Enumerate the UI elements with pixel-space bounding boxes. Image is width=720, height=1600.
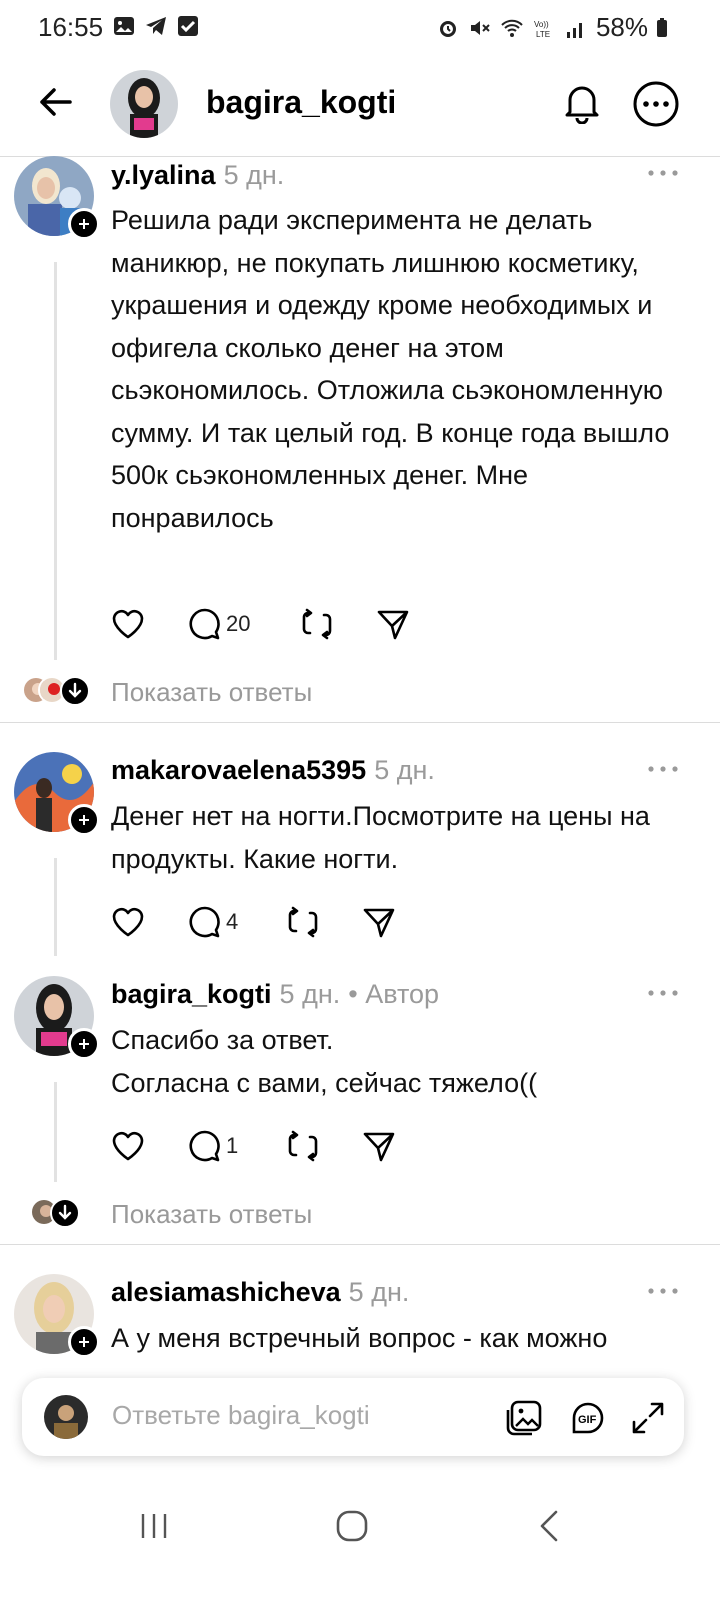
back-arrow-icon[interactable]: [36, 82, 76, 122]
author-tag: • Автор: [348, 979, 440, 1009]
home-icon[interactable]: [332, 1506, 372, 1546]
username[interactable]: makarovaelena5395: [111, 755, 366, 785]
replier-avatars[interactable]: [22, 676, 92, 708]
alarm-icon: [439, 20, 456, 37]
comment-bubble-icon: [189, 608, 220, 640]
svg-text:GIF: GIF: [578, 1414, 597, 1426]
comment-button[interactable]: 20: [188, 606, 250, 642]
comment-text: Спасибо за ответ. Согласна с вами, сейча…: [111, 1025, 538, 1098]
back-nav-icon[interactable]: [530, 1506, 570, 1546]
repost-icon[interactable]: [286, 1128, 320, 1164]
share-send-icon[interactable]: [362, 904, 396, 940]
scroll-fade: [0, 1356, 720, 1380]
thread-line: [54, 858, 57, 956]
more-options-icon[interactable]: [632, 80, 680, 128]
comment-actions: 20: [108, 606, 428, 646]
comment-text: А у меня встречный вопрос - как можно: [111, 1323, 608, 1353]
reply-count: 4: [226, 909, 239, 934]
page-title: bagira_kogti: [206, 84, 397, 120]
timestamp: 5 дн.: [279, 979, 341, 1009]
show-replies-link[interactable]: Показать ответы: [111, 677, 312, 708]
system-nav-bar: [0, 1470, 720, 1600]
share-send-icon[interactable]: [376, 606, 410, 642]
expand-icon[interactable]: [628, 1398, 668, 1438]
follow-plus-icon[interactable]: [68, 1326, 100, 1358]
repost-icon[interactable]: [286, 904, 320, 940]
reply-count: 20: [226, 611, 251, 636]
gallery-icon: [114, 17, 134, 35]
comment-text: Денег нет на ногти.Посмотрите на цены на…: [111, 801, 650, 874]
arrow-down-icon: [60, 676, 90, 706]
comment-more-icon[interactable]: [646, 762, 680, 776]
bell-icon[interactable]: [560, 80, 604, 124]
battery-icon: [657, 18, 667, 37]
follow-plus-icon[interactable]: [68, 804, 100, 836]
gif-icon[interactable]: GIF: [568, 1398, 608, 1438]
comment-button[interactable]: 4: [188, 904, 238, 940]
comment-more-icon[interactable]: [646, 1284, 680, 1298]
signal-icon: [566, 22, 582, 38]
replier-avatars[interactable]: [22, 1198, 82, 1230]
comment-actions: 1: [108, 1128, 428, 1168]
comment-bubble-icon: [189, 1130, 220, 1162]
follow-plus-icon[interactable]: [68, 208, 100, 240]
volte-icon: Vo))LTE: [534, 20, 550, 39]
reply-input[interactable]: [112, 1400, 492, 1431]
comment-bubble-icon: [189, 906, 220, 938]
header: bagira_kogti: [0, 56, 720, 156]
status-time: 16:55: [38, 12, 104, 42]
show-replies-link[interactable]: Показать ответы: [111, 1199, 312, 1230]
checkbox-icon: [178, 16, 198, 36]
share-send-icon[interactable]: [362, 1128, 396, 1164]
svg-text:LTE: LTE: [536, 30, 550, 39]
svg-text:Vo)): Vo)): [534, 20, 549, 29]
like-heart-icon[interactable]: [110, 606, 146, 642]
comment-text: Решила ради эксперимента не делать маник…: [111, 205, 670, 533]
comment-divider: [0, 722, 720, 723]
comment-divider: [0, 1244, 720, 1245]
repost-icon[interactable]: [300, 606, 334, 642]
profile-avatar[interactable]: [110, 70, 178, 138]
thread-line: [54, 1082, 57, 1182]
username[interactable]: alesiamashicheva: [111, 1277, 341, 1307]
comment-button[interactable]: 1: [188, 1128, 238, 1164]
image-attach-icon[interactable]: [504, 1398, 544, 1438]
timestamp: 5 дн.: [223, 160, 285, 190]
comment-actions: 4: [108, 904, 428, 944]
comment-more-icon[interactable]: [646, 166, 680, 180]
status-bar: 16:55 Vo)) LTE 58%: [0, 0, 720, 56]
username[interactable]: y.lyalina: [111, 160, 216, 190]
like-heart-icon[interactable]: [110, 904, 146, 940]
follow-plus-icon[interactable]: [68, 1028, 100, 1060]
comment-more-icon[interactable]: [646, 986, 680, 1000]
my-avatar: [44, 1395, 88, 1439]
telegram-icon: [146, 17, 166, 35]
reply-composer[interactable]: GIF: [22, 1378, 684, 1456]
thread-line: [54, 262, 57, 660]
mute-icon: [470, 20, 490, 35]
username[interactable]: bagira_kogti: [111, 979, 272, 1009]
like-heart-icon[interactable]: [110, 1128, 146, 1164]
timestamp: 5 дн.: [374, 755, 435, 785]
reply-count: 1: [226, 1133, 239, 1158]
arrow-down-icon: [50, 1198, 80, 1228]
header-divider: [0, 156, 720, 157]
battery-percent: 58%: [595, 12, 648, 42]
timestamp: 5 дн.: [348, 1277, 410, 1307]
wifi-icon: [501, 19, 523, 37]
recent-apps-icon[interactable]: [134, 1506, 174, 1546]
